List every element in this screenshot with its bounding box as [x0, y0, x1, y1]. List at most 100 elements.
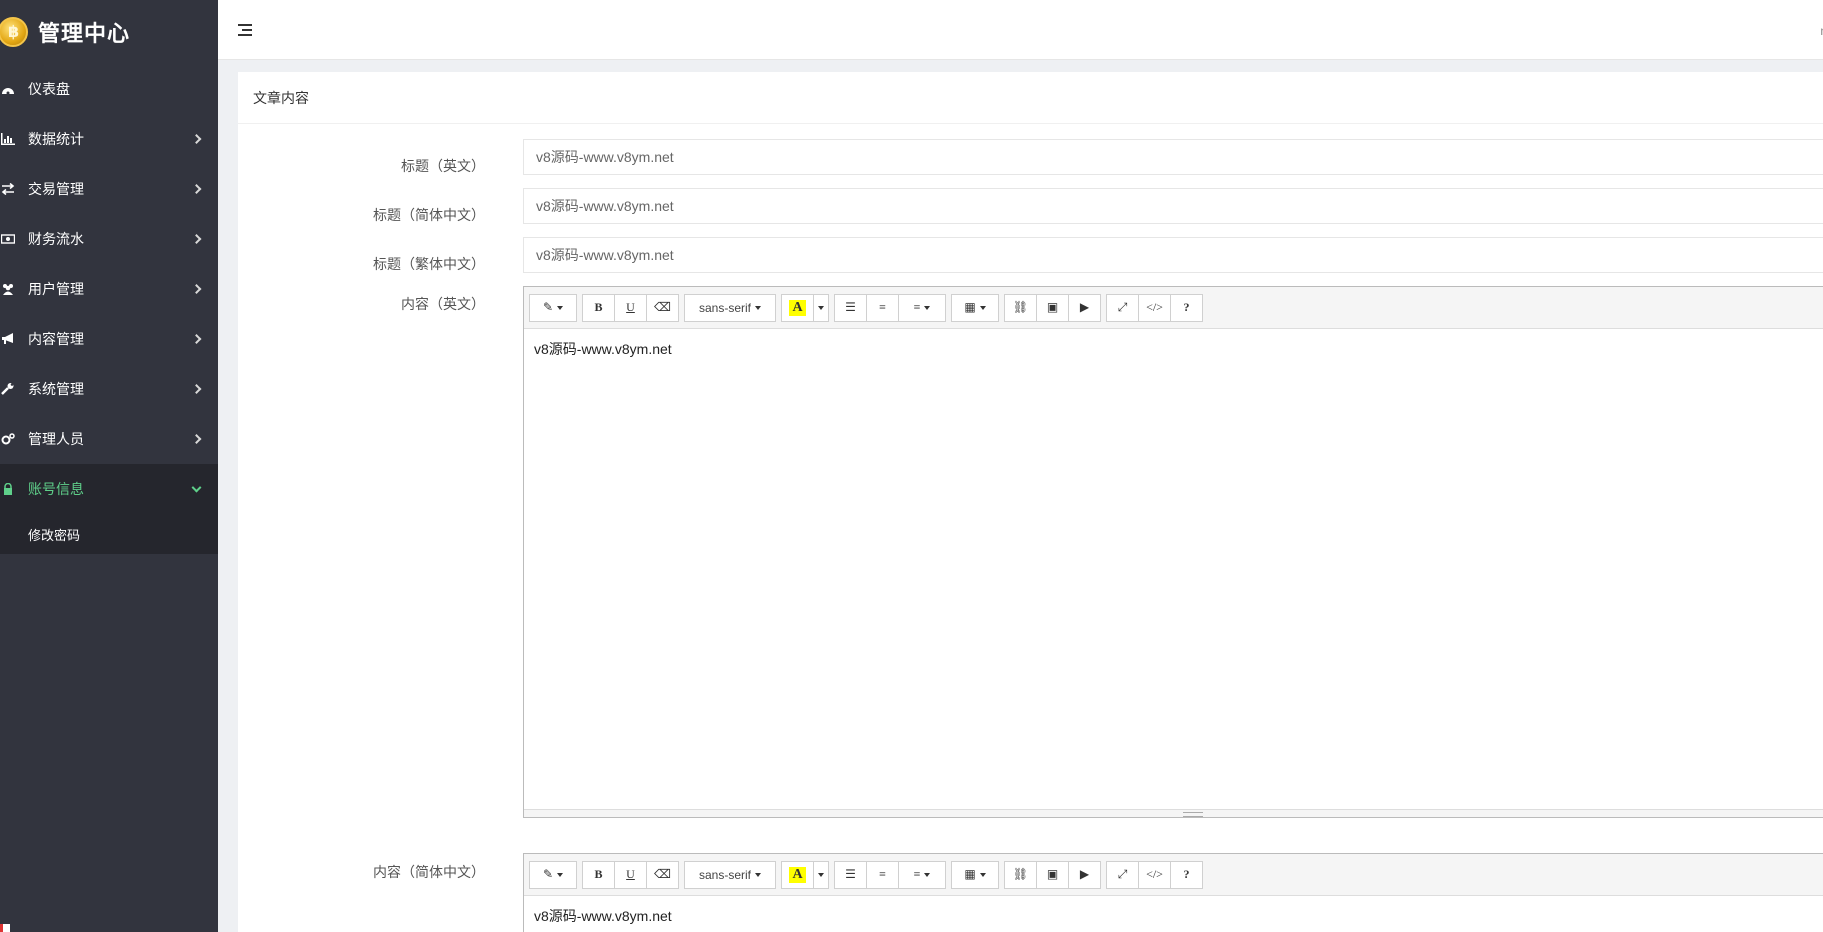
eraser-icon[interactable]: ⌫: [646, 293, 679, 322]
title-zh-hans-input[interactable]: [523, 188, 1823, 224]
fullscreen-icon[interactable]: ⤢: [1106, 293, 1139, 322]
paragraph-align-dropdown[interactable]: ≡: [898, 293, 946, 322]
field-label: 标题（简体中文）: [373, 207, 485, 223]
editor-toolbar: ✎ B U ⌫ sans-serif A ☰ ≡ ≡ ▦ ⛓ ▣ ▶ ⤢ </>…: [524, 287, 1823, 329]
help-button[interactable]: ?: [1170, 860, 1203, 889]
app-title: 管理中心: [38, 21, 131, 46]
sidebar-item-trade[interactable]: 交易管理: [0, 164, 218, 214]
dashboard-icon: [0, 82, 16, 96]
form-row-content-zh-hans: 内容（简体中文）: [238, 862, 485, 882]
exchange-icon: [0, 182, 16, 196]
sidebar-item-statistics[interactable]: 数据统计: [0, 114, 218, 164]
link-icon[interactable]: ⛓: [1004, 860, 1037, 889]
magic-wand-icon[interactable]: ✎: [529, 860, 577, 889]
bullhorn-icon: [0, 332, 16, 346]
chevron-right-icon: [191, 234, 202, 244]
underline-button[interactable]: U: [614, 860, 647, 889]
ordered-list-icon[interactable]: ≡: [866, 860, 899, 889]
chevron-right-icon: [191, 134, 202, 144]
table-dropdown[interactable]: ▦: [951, 293, 999, 322]
sidebar-item-dashboard[interactable]: 仪表盘: [0, 64, 218, 114]
sidebar-item-label: 系统管理: [28, 381, 84, 397]
content-en-editor: ✎ B U ⌫ sans-serif A ☰ ≡ ≡ ▦ ⛓ ▣ ▶ ⤢ </>…: [523, 286, 1823, 818]
sidebar-item-label: 数据统计: [28, 131, 84, 147]
article-form-panel: 文章内容 标题（英文） 标题（简体中文） 标题（繁体中文） 内容（英文） ✎ B…: [238, 72, 1823, 932]
link-icon[interactable]: ⛓: [1004, 293, 1037, 322]
top-header: n: [218, 0, 1823, 60]
fullscreen-icon[interactable]: ⤢: [1106, 860, 1139, 889]
chevron-right-icon: [191, 284, 202, 294]
underline-button[interactable]: U: [614, 293, 647, 322]
bold-button[interactable]: B: [582, 860, 615, 889]
chevron-right-icon: [191, 334, 202, 344]
color-dropdown-toggle[interactable]: [813, 860, 829, 889]
editor-toolbar: ✎ B U ⌫ sans-serif A ☰ ≡ ≡ ▦ ⛓ ▣ ▶ ⤢ </>…: [524, 854, 1823, 896]
paragraph-align-dropdown[interactable]: ≡: [898, 860, 946, 889]
sidebar-item-label: 管理人员: [28, 431, 84, 447]
sidebar-item-system[interactable]: 系统管理: [0, 364, 218, 414]
chevron-right-icon: [191, 434, 202, 444]
sidebar-item-content[interactable]: 内容管理: [0, 314, 218, 364]
sidebar-subitem-label: 修改密码: [28, 527, 81, 543]
ordered-list-icon[interactable]: ≡: [866, 293, 899, 322]
chevron-down-icon: [191, 482, 202, 493]
video-icon[interactable]: ▶: [1068, 293, 1101, 322]
video-icon[interactable]: ▶: [1068, 860, 1101, 889]
field-label: 内容（简体中文）: [373, 864, 485, 880]
font-family-dropdown[interactable]: sans-serif: [684, 860, 776, 889]
editor-content[interactable]: v8源码-www.v8ym.net: [524, 896, 1823, 932]
help-button[interactable]: ?: [1170, 293, 1203, 322]
code-view-button[interactable]: </>: [1138, 293, 1171, 322]
field-label: 内容（英文）: [401, 296, 485, 312]
sidebar-nav: 仪表盘 数据统计 交易管理 财务流水 用户管理 内容管理 系统管理 管理人员 账…: [0, 64, 218, 554]
text-color-button[interactable]: A: [781, 860, 814, 889]
sidebar-item-label: 财务流水: [28, 231, 84, 247]
image-icon[interactable]: ▣: [1036, 293, 1069, 322]
table-dropdown[interactable]: ▦: [951, 860, 999, 889]
text-color-button[interactable]: A: [781, 293, 814, 322]
sidebar-item-label: 仪表盘: [28, 81, 70, 97]
bullet-list-icon[interactable]: ☰: [834, 860, 867, 889]
sidebar-item-account[interactable]: 账号信息: [0, 464, 218, 514]
content-zh-hans-editor: ✎ B U ⌫ sans-serif A ☰ ≡ ≡ ▦ ⛓ ▣ ▶ ⤢ </>…: [523, 853, 1823, 932]
chevron-right-icon: [191, 184, 202, 194]
menu-toggle-icon[interactable]: [238, 24, 252, 36]
sidebar-item-finance[interactable]: 财务流水: [0, 214, 218, 264]
users-icon: [0, 282, 16, 296]
form-row-title-zh-hans: 标题（简体中文）: [238, 205, 485, 225]
sidebar-item-admins[interactable]: 管理人员: [0, 414, 218, 464]
title-zh-hant-input[interactable]: [523, 237, 1823, 273]
image-icon[interactable]: ▣: [1036, 860, 1069, 889]
sidebar-item-label: 账号信息: [28, 481, 84, 497]
field-label: 标题（繁体中文）: [373, 256, 485, 272]
status-indicator: [0, 924, 10, 932]
editor-resize-handle[interactable]: [524, 809, 1823, 817]
eraser-icon[interactable]: ⌫: [646, 860, 679, 889]
font-family-dropdown[interactable]: sans-serif: [684, 293, 776, 322]
chevron-right-icon: [191, 384, 202, 394]
panel-title: 文章内容: [238, 72, 1823, 124]
bullet-list-icon[interactable]: ☰: [834, 293, 867, 322]
editor-content[interactable]: v8源码-www.v8ym.net: [524, 329, 1823, 809]
sidebar-item-label: 内容管理: [28, 331, 84, 347]
sidebar-subitem-change-password[interactable]: 修改密码: [0, 514, 218, 554]
bold-button[interactable]: B: [582, 293, 615, 322]
lock-icon: [0, 482, 16, 496]
form-row-title-zh-hant: 标题（繁体中文）: [238, 254, 485, 274]
field-label: 标题（英文）: [401, 158, 485, 174]
code-view-button[interactable]: </>: [1138, 860, 1171, 889]
title-en-input[interactable]: [523, 139, 1823, 175]
bar-chart-icon: [0, 132, 16, 146]
color-dropdown-toggle[interactable]: [813, 293, 829, 322]
magic-wand-icon[interactable]: ✎: [529, 293, 577, 322]
sidebar-item-label: 用户管理: [28, 281, 84, 297]
brand[interactable]: 管理中心: [0, 0, 218, 64]
sidebar: 管理中心 仪表盘 数据统计 交易管理 财务流水: [0, 0, 218, 932]
wrench-icon: [0, 382, 16, 396]
sidebar-item-users[interactable]: 用户管理: [0, 264, 218, 314]
money-icon: [0, 232, 16, 246]
form-row-content-en: 内容（英文）: [238, 294, 485, 314]
form-row-title-en: 标题（英文）: [238, 156, 485, 176]
gears-icon: [0, 432, 16, 446]
sidebar-item-label: 交易管理: [28, 181, 84, 197]
